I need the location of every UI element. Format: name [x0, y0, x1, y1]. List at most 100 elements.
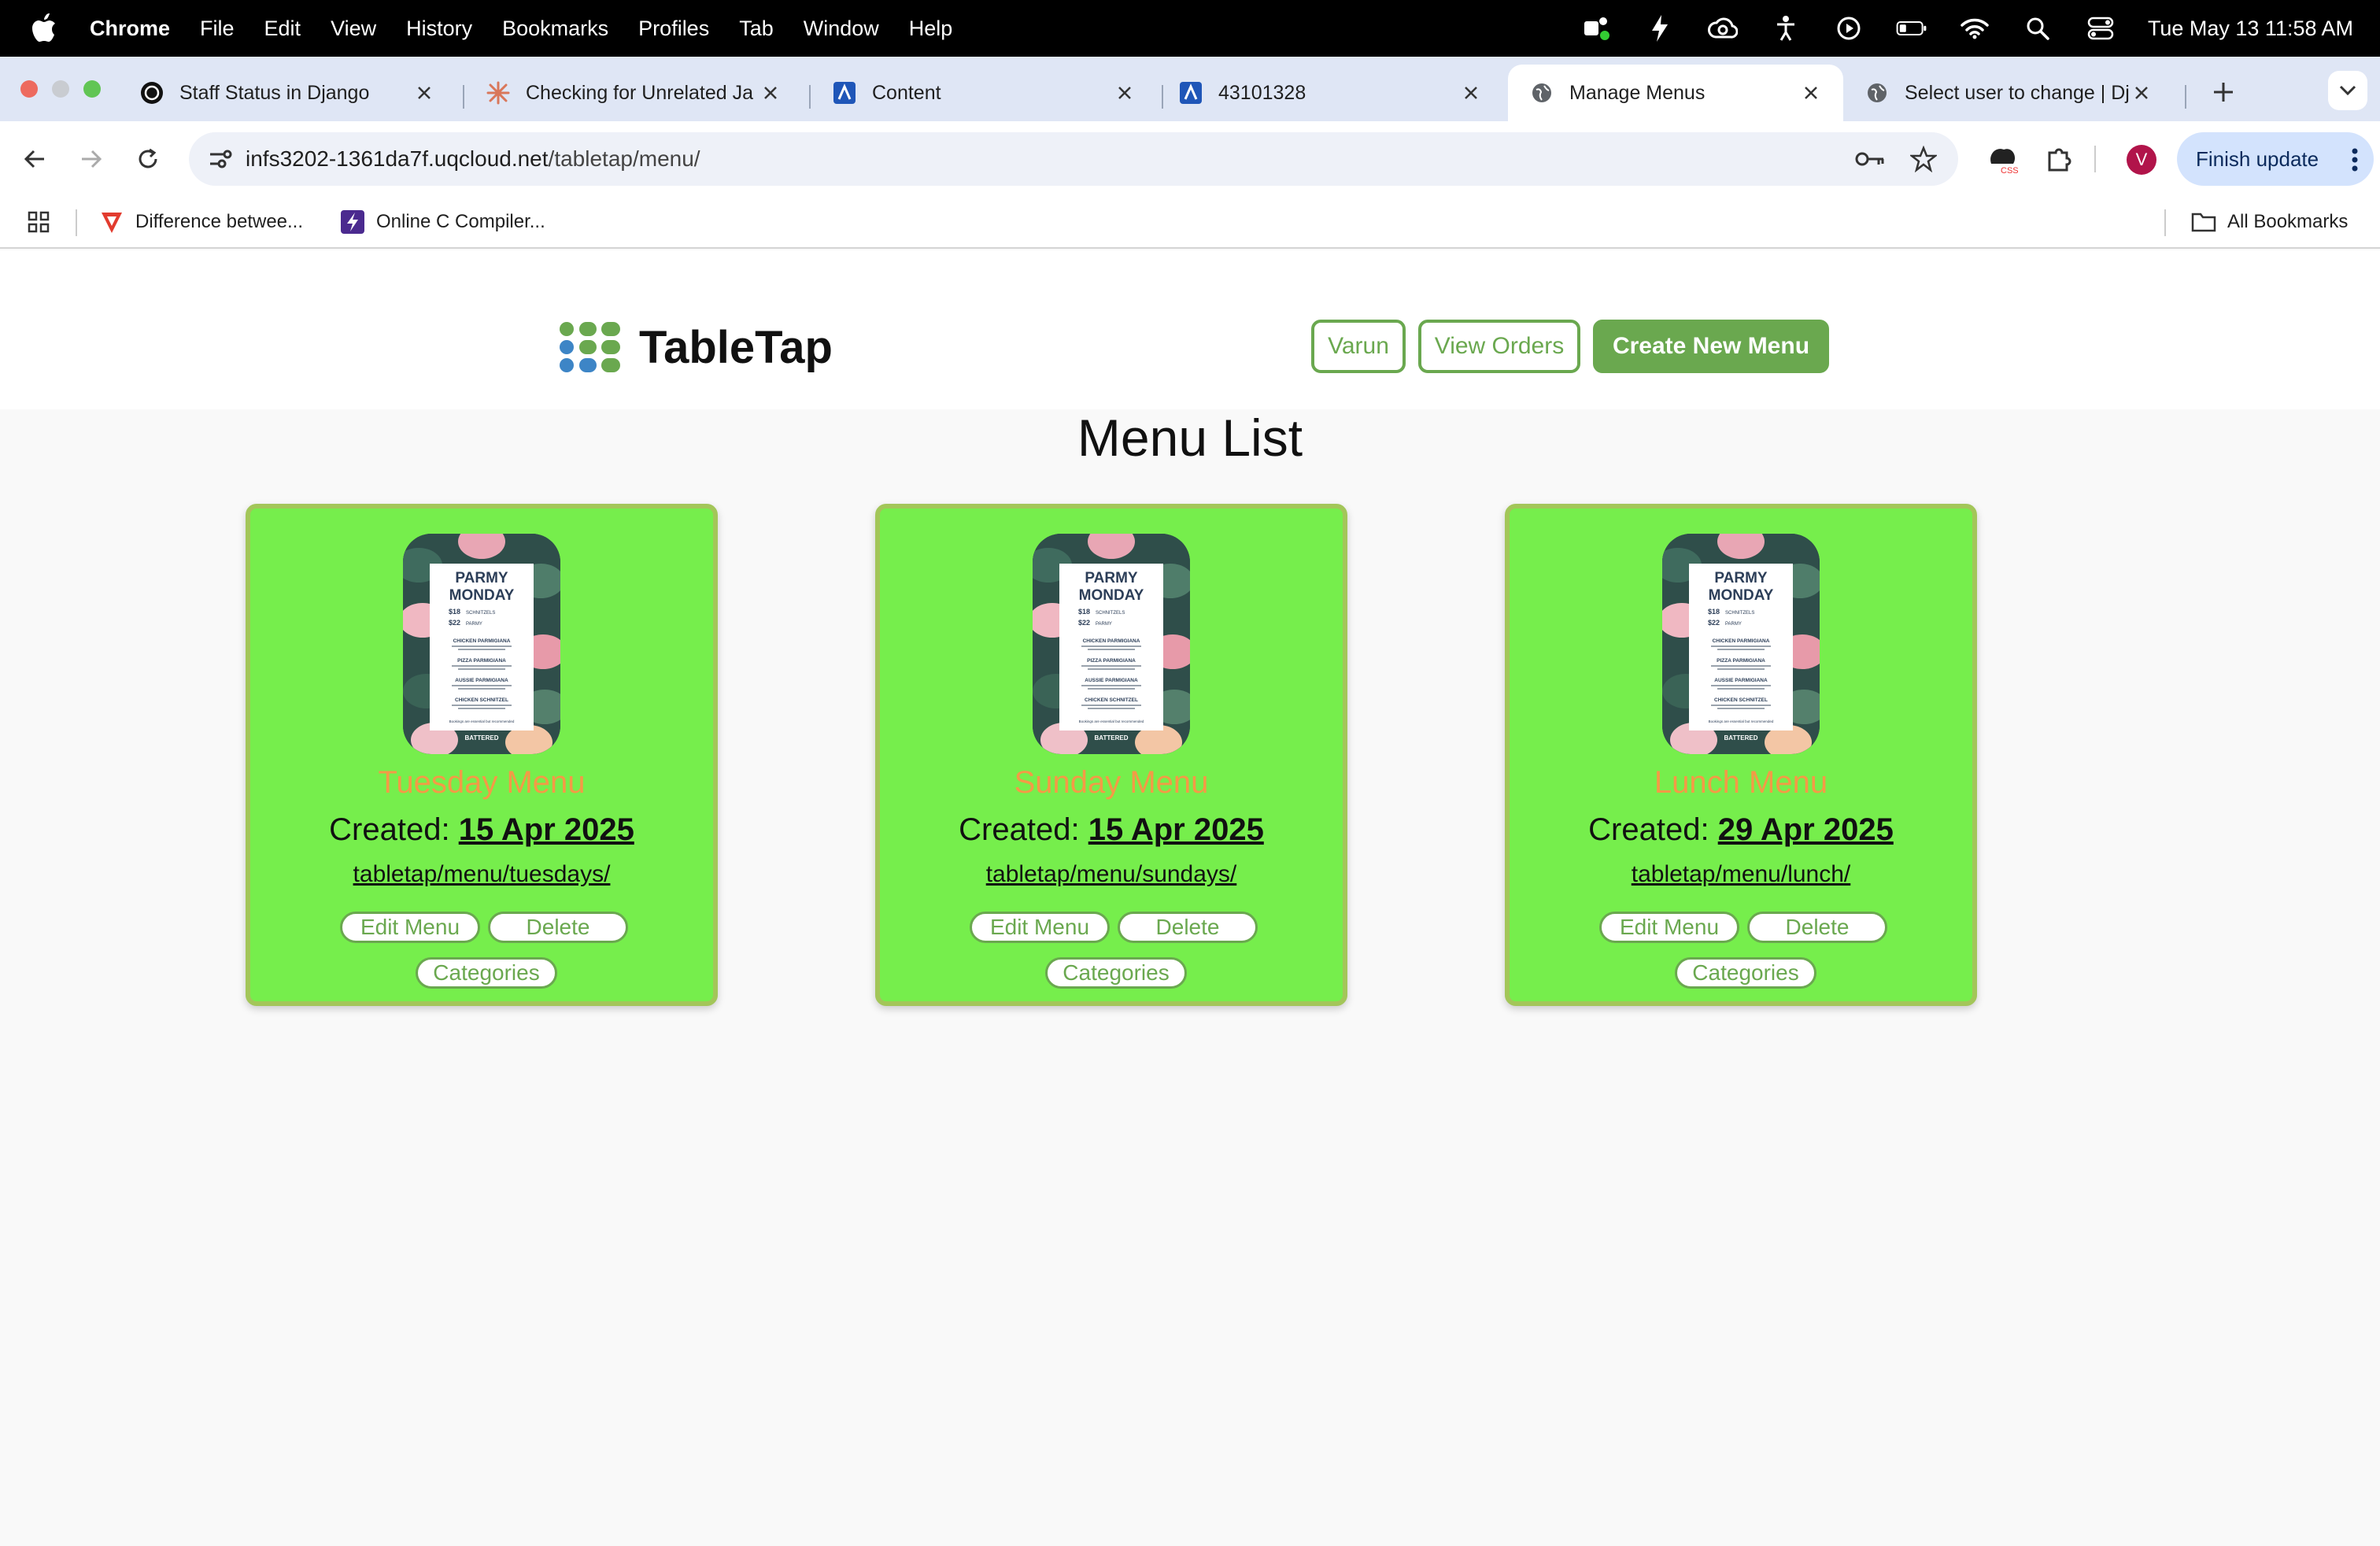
all-bookmarks-button[interactable]: All Bookmarks	[2191, 205, 2348, 239]
window-close-button[interactable]	[20, 80, 38, 98]
close-icon[interactable]	[1801, 83, 1821, 103]
bolt-icon[interactable]	[1644, 13, 1676, 44]
globe-icon	[1530, 81, 1554, 105]
tab-title: Checking for Unrelated Ja	[526, 81, 754, 104]
tab-staff-status[interactable]: Staff Status in Django	[118, 65, 456, 121]
create-new-menu-button[interactable]: Create New Menu	[1593, 320, 1829, 373]
finish-update-button[interactable]: Finish update	[2177, 132, 2374, 186]
poster-item: PIZZA PARMIGIANA	[457, 658, 506, 664]
spotlight-search-icon[interactable]	[2022, 13, 2053, 44]
menu-edit[interactable]: Edit	[264, 17, 301, 41]
created-date: 15 Apr 2025	[458, 812, 634, 847]
bookmark-divider	[76, 209, 77, 236]
poster-item-desc	[1088, 688, 1135, 690]
menu-poster-image: PARMYMONDAY$18 SCHNITZELS$22 PARMYCHICKEN …	[1662, 534, 1820, 754]
menu-created: Created: 15 Apr 2025	[880, 812, 1343, 848]
bookmark-online-c-compiler[interactable]: Online C Compiler...	[340, 205, 545, 239]
tab-separator	[2185, 85, 2186, 109]
delete-menu-button[interactable]: Delete	[1118, 912, 1258, 943]
poster-price-label: PARMY	[1096, 622, 1112, 627]
menu-profiles[interactable]: Profiles	[638, 17, 709, 41]
creative-cloud-icon[interactable]	[1707, 13, 1739, 44]
poster-footer: Bookings are essential but recommended	[1079, 719, 1144, 723]
created-date: 15 Apr 2025	[1088, 812, 1264, 847]
tab-search-button[interactable]	[2328, 71, 2367, 110]
back-button[interactable]	[17, 142, 52, 176]
apps-grid-icon[interactable]	[27, 205, 50, 239]
menu-tab[interactable]: Tab	[739, 17, 774, 41]
menu-thumbnail[interactable]: PARMY MONDAY $18 SCHNITZELS $22 PARMY CHICKEN …	[1033, 534, 1190, 754]
edit-menu-button[interactable]: Edit Menu	[340, 912, 480, 943]
control-center-icon[interactable]	[2085, 13, 2116, 44]
css-extension-icon[interactable]: CSS	[1985, 142, 2020, 176]
edit-menu-button[interactable]: Edit Menu	[1599, 912, 1739, 943]
brand-name: TableTap	[639, 321, 833, 373]
poster-item: AUSSIE PARMIGIANA	[1085, 678, 1138, 683]
reload-button[interactable]	[131, 142, 165, 176]
close-icon[interactable]	[414, 83, 434, 103]
password-key-icon[interactable]	[1854, 143, 1886, 175]
close-icon[interactable]	[760, 83, 781, 103]
menu-thumbnail[interactable]: PARMY MONDAY $18 SCHNITZELS $22 PARMY CHICKEN …	[1662, 534, 1820, 754]
menu-thumbnail[interactable]: PARMY MONDAY $18 SCHNITZELS $22 PARMY CHICKEN …	[403, 534, 560, 754]
battery-icon[interactable]	[1896, 13, 1927, 44]
poster-item-desc	[458, 708, 505, 709]
accessibility-icon[interactable]	[1770, 13, 1802, 44]
menu-history[interactable]: History	[406, 17, 472, 41]
brand[interactable]: TableTap	[557, 320, 833, 375]
forward-button[interactable]	[74, 142, 109, 176]
bookmark-difference-between[interactable]: Difference betwee...	[99, 205, 303, 239]
menu-link[interactable]: tabletap/menu/sundays/	[880, 861, 1343, 888]
menu-link[interactable]: tabletap/menu/lunch/	[1510, 861, 1972, 888]
close-icon[interactable]	[1114, 83, 1135, 103]
tab-43101328[interactable]: 43101328	[1157, 65, 1503, 121]
new-tab-button[interactable]	[2204, 72, 2243, 112]
poster-item: PIZZA PARMIGIANA	[1087, 658, 1136, 664]
close-icon[interactable]	[2131, 83, 2152, 103]
menu-bookmarks[interactable]: Bookmarks	[502, 17, 608, 41]
poster-item: CHICKEN SCHNITZEL	[1714, 697, 1768, 703]
extensions-puzzle-icon[interactable]	[2042, 142, 2076, 176]
tab-manage-menus[interactable]: Manage Menus	[1508, 65, 1843, 121]
view-orders-button[interactable]: View Orders	[1418, 320, 1580, 373]
address-bar[interactable]: infs3202-1361da7f.uqcloud.net/tabletap/m…	[189, 132, 1958, 186]
menu-bar-clock[interactable]: Tue May 13 11:58 AM	[2148, 17, 2353, 41]
menu-app-name[interactable]: Chrome	[90, 17, 170, 41]
apple-icon[interactable]	[31, 13, 58, 44]
url-text[interactable]: infs3202-1361da7f.uqcloud.net/tabletap/m…	[246, 146, 700, 172]
tab-title: Staff Status in Django	[179, 81, 370, 104]
bookmark-label: Difference betwee...	[135, 211, 304, 232]
window-zoom-button[interactable]	[83, 80, 101, 98]
menu-card: PARMY MONDAY $18 SCHNITZELS $22 PARMY CHICKEN …	[1505, 504, 1977, 1006]
profile-avatar[interactable]: V	[2127, 145, 2156, 175]
categories-button[interactable]: Categories	[416, 957, 557, 989]
edit-menu-button[interactable]: Edit Menu	[970, 912, 1110, 943]
wifi-icon[interactable]	[1959, 13, 1990, 44]
menu-file[interactable]: File	[200, 17, 235, 41]
tab-content[interactable]: Content	[811, 65, 1157, 121]
menu-link[interactable]: tabletap/menu/tuesdays/	[250, 861, 713, 888]
user-button[interactable]: Varun	[1311, 320, 1406, 373]
delete-menu-button[interactable]: Delete	[488, 912, 628, 943]
play-circle-icon[interactable]	[1833, 13, 1864, 44]
menu-help[interactable]: Help	[909, 17, 953, 41]
close-icon[interactable]	[1461, 83, 1481, 103]
delete-menu-button[interactable]: Delete	[1747, 912, 1887, 943]
poster-item-desc	[1711, 685, 1771, 686]
tab-checking-unrelated[interactable]: Checking for Unrelated Ja	[464, 65, 803, 121]
tab-select-user[interactable]: Select user to change | Dj	[1843, 65, 2174, 121]
window-minimize-button[interactable]	[52, 80, 69, 98]
poster-brand: BATTERED	[1724, 734, 1758, 742]
menu-view[interactable]: View	[331, 17, 376, 41]
menu-window[interactable]: Window	[804, 17, 879, 41]
site-info-icon[interactable]	[205, 143, 236, 175]
macos-menu-bar: Chrome File Edit View History Bookmarks …	[0, 0, 2380, 57]
poster-price: $18	[449, 608, 460, 616]
teams-status-icon[interactable]	[1581, 13, 1613, 44]
bookmark-star-icon[interactable]	[1908, 143, 1939, 175]
red-v-icon	[99, 209, 124, 235]
poster-brand: BATTERED	[465, 734, 499, 742]
poster-price-label: SCHNITZELS	[1725, 611, 1754, 616]
categories-button[interactable]: Categories	[1675, 957, 1816, 989]
categories-button[interactable]: Categories	[1045, 957, 1187, 989]
